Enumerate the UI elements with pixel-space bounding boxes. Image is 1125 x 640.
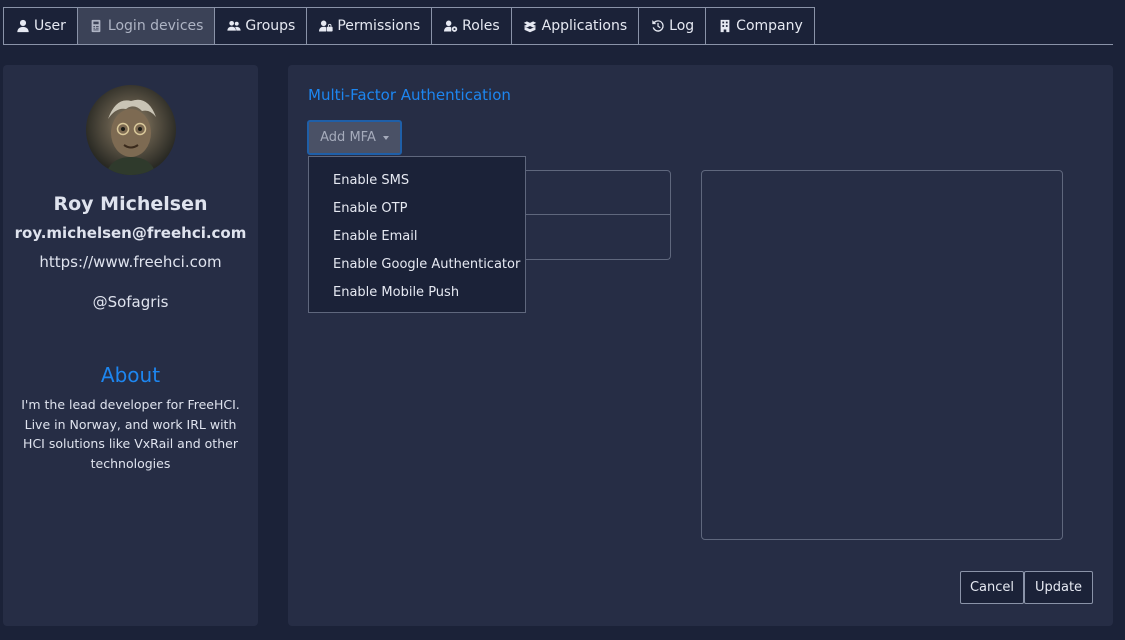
mfa-title: Multi-Factor Authentication (308, 86, 511, 104)
tab-bar: User Login devices Groups Permissions Ro… (3, 7, 815, 45)
tab-label: Groups (245, 18, 296, 34)
menu-item-enable-email[interactable]: Enable Email (309, 223, 525, 251)
profile-handle: @Sofagris (92, 293, 169, 311)
tab-applications[interactable]: Applications (511, 7, 640, 44)
tab-label: Company (736, 18, 803, 34)
avatar-portrait-icon (106, 99, 156, 175)
tab-label: Applications (541, 18, 628, 34)
mfa-details-textarea[interactable] (701, 170, 1063, 540)
profile-card: Roy Michelsen roy.michelsen@freehci.com … (3, 65, 258, 626)
tab-label: Permissions (337, 18, 421, 34)
tab-divider (3, 44, 1113, 45)
tab-login-devices[interactable]: Login devices (77, 7, 216, 44)
profile-email: roy.michelsen@freehci.com (14, 224, 247, 242)
menu-item-enable-sms[interactable]: Enable SMS (309, 167, 525, 195)
tab-roles[interactable]: Roles (432, 7, 512, 44)
profile-name: Roy Michelsen (53, 193, 208, 215)
history-icon (650, 19, 665, 34)
caret-down-icon (382, 135, 389, 140)
about-heading: About (100, 363, 161, 387)
tab-label: Login devices (107, 18, 204, 34)
user-lock-icon (318, 19, 333, 34)
about-text: I'm the lead developer for FreeHCI. Live… (21, 397, 240, 471)
tab-label: Log (669, 18, 695, 34)
update-button[interactable]: Update (1024, 571, 1093, 604)
device-icon (89, 19, 104, 34)
boxes-icon (523, 19, 538, 34)
tab-user[interactable]: User (3, 7, 78, 44)
cancel-button[interactable]: Cancel (960, 571, 1024, 604)
tab-permissions[interactable]: Permissions (307, 7, 433, 44)
tab-company[interactable]: Company (706, 7, 815, 44)
menu-item-enable-google-authenticator[interactable]: Enable Google Authenticator (309, 250, 525, 278)
avatar (86, 85, 176, 175)
add-mfa-dropdown-menu: Enable SMS Enable OTP Enable Email Enabl… (308, 156, 526, 313)
tab-label: Roles (462, 18, 500, 34)
user-icon (15, 19, 30, 34)
tab-label: User (34, 18, 66, 34)
menu-item-enable-otp[interactable]: Enable OTP (309, 195, 525, 223)
menu-item-enable-mobile-push[interactable]: Enable Mobile Push (309, 278, 525, 306)
mfa-panel: Multi-Factor Authentication Add MFA Enab… (288, 65, 1113, 626)
tab-log[interactable]: Log (639, 7, 707, 44)
building-icon (717, 19, 732, 34)
profile-website: https://www.freehci.com (39, 253, 222, 271)
add-mfa-button[interactable]: Add MFA (307, 120, 402, 155)
add-mfa-label: Add MFA (320, 130, 376, 145)
users-icon (226, 19, 241, 34)
user-gear-icon (443, 19, 458, 34)
tab-groups[interactable]: Groups (215, 7, 308, 44)
